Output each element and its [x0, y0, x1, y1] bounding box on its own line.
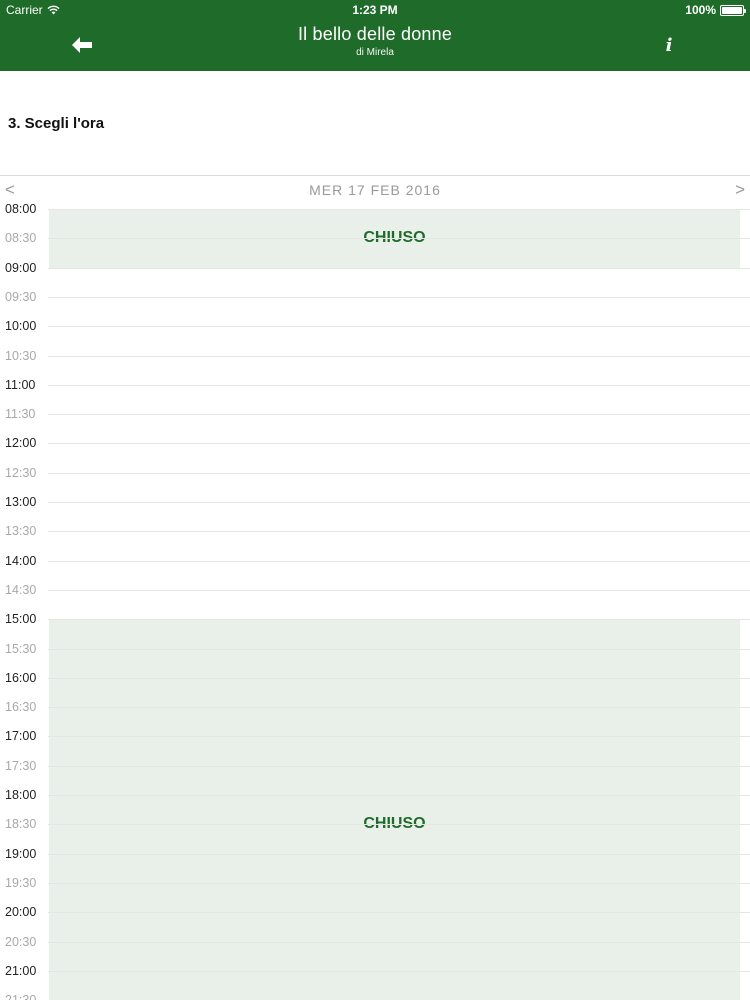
time-label: 13:00: [5, 495, 37, 509]
slot-divider: [48, 619, 750, 621]
time-slot[interactable]: 19:00: [0, 847, 750, 883]
time-label: 13:30: [5, 524, 37, 539]
time-label: 21:30: [5, 993, 36, 1000]
time-label: 08:30: [5, 231, 37, 246]
time-label: 20:30: [5, 934, 37, 949]
time-grid: CHIUSO CHIUSO 08:00 08:30 09:00 09:30 10:00 10:…: [0, 202, 750, 1000]
slot-divider: [48, 677, 750, 679]
slot-divider: [48, 970, 750, 972]
time-slot[interactable]: 16:30: [0, 700, 750, 736]
time-slot[interactable]: 17:00: [0, 729, 750, 765]
status-time: 1:23 PM: [352, 3, 398, 17]
time-slot[interactable]: 20:30: [0, 935, 750, 971]
battery-percent: 100%: [685, 3, 716, 17]
slot-divider: [48, 736, 750, 738]
time-slot[interactable]: 13:30: [0, 524, 750, 560]
slot-divider: [48, 707, 750, 709]
time-slot[interactable]: 13:00: [0, 495, 750, 531]
time-label: 10:30: [5, 348, 37, 363]
time-slot[interactable]: 17:30: [0, 759, 750, 795]
calendar-date: MER 17 FEB 2016: [309, 182, 441, 198]
time-slot[interactable]: 14:30: [0, 583, 750, 619]
time-slot[interactable]: 10:00: [0, 319, 750, 355]
battery-icon: [720, 4, 746, 16]
slot-divider: [48, 941, 750, 943]
slot-divider: [48, 765, 750, 767]
nav-title: Il bello delle donne: [297, 24, 453, 44]
time-slot[interactable]: 09:30: [0, 290, 750, 326]
time-label: 14:00: [5, 553, 37, 568]
navigation-bar: Il bello delle donne di Mirela i: [0, 20, 750, 71]
time-slot[interactable]: 08:30: [0, 231, 750, 267]
time-label: 11:00: [5, 377, 36, 392]
time-slot[interactable]: 14:00: [0, 554, 750, 590]
slot-divider: [48, 209, 750, 210]
slot-divider: [48, 384, 750, 386]
slot-divider: [48, 443, 750, 445]
top-bar: Carrier 1:23 PM 100% Il bello delle donn…: [0, 0, 750, 71]
info-button[interactable]: i: [656, 32, 682, 58]
slot-divider: [48, 589, 750, 591]
time-slot[interactable]: 21:00: [0, 964, 750, 1000]
slot-divider: [48, 912, 750, 914]
time-label: 18:30: [5, 817, 37, 832]
slot-divider: [48, 238, 750, 240]
slot-divider: [48, 560, 750, 562]
slot-divider: [48, 853, 750, 855]
time-label: 14:30: [5, 582, 37, 597]
slot-divider: [48, 502, 750, 503]
time-label: 17:30: [5, 758, 37, 773]
time-label: 15:00: [5, 612, 37, 627]
slot-divider: [48, 296, 750, 298]
time-slot[interactable]: 18:30: [0, 817, 750, 853]
time-slot[interactable]: 11:30: [0, 407, 750, 443]
time-label: 09:30: [5, 289, 37, 304]
time-slot[interactable]: 08:00: [0, 202, 750, 238]
next-day-button[interactable]: >: [735, 180, 745, 200]
time-slot[interactable]: 16:00: [0, 671, 750, 707]
time-label: 12:30: [5, 465, 37, 480]
step-heading: 3. Scegli l'ora: [8, 115, 105, 132]
time-label: 08:00: [5, 202, 37, 216]
time-label: 12:00: [5, 436, 37, 451]
time-slot[interactable]: 20:00: [0, 905, 750, 941]
slot-divider: [48, 648, 750, 650]
time-slot[interactable]: 11:00: [0, 378, 750, 414]
time-label: 11:30: [5, 407, 36, 422]
slot-divider: [48, 824, 750, 826]
slot-divider: [48, 472, 750, 474]
time-label: 19:00: [5, 846, 37, 861]
slot-divider: [48, 267, 750, 269]
slot-divider: [48, 531, 750, 533]
time-slot[interactable]: 10:30: [0, 349, 750, 385]
time-slot[interactable]: 15:00: [0, 612, 750, 648]
time-label: 10:00: [5, 319, 37, 334]
time-slot[interactable]: 12:00: [0, 436, 750, 472]
time-slot[interactable]: 12:30: [0, 466, 750, 502]
slot-divider: [48, 882, 750, 884]
time-label: 16:30: [5, 700, 37, 715]
time-label: 17:00: [5, 729, 37, 744]
slot-divider: [48, 326, 750, 328]
time-label: 15:30: [5, 641, 37, 656]
info-icon: i: [665, 34, 673, 56]
time-label: 16:00: [5, 670, 37, 685]
time-label: 20:00: [5, 905, 37, 920]
slot-divider: [48, 795, 750, 796]
slot-divider: [48, 355, 750, 357]
time-slot[interactable]: 18:00: [0, 788, 750, 824]
time-label: 18:00: [5, 788, 37, 802]
time-label: 09:00: [5, 260, 37, 275]
time-slot[interactable]: 15:30: [0, 642, 750, 678]
calendar-header: < MER 17 FEB 2016 >: [0, 175, 750, 210]
time-slot[interactable]: 19:30: [0, 876, 750, 912]
time-label: 21:00: [5, 963, 37, 978]
slot-divider: [48, 414, 750, 416]
time-label: 19:30: [5, 875, 37, 890]
time-slot[interactable]: 09:00: [0, 261, 750, 297]
nav-subtitle: di Mirela: [356, 47, 394, 58]
status-bar: Carrier 1:23 PM 100%: [0, 0, 750, 20]
